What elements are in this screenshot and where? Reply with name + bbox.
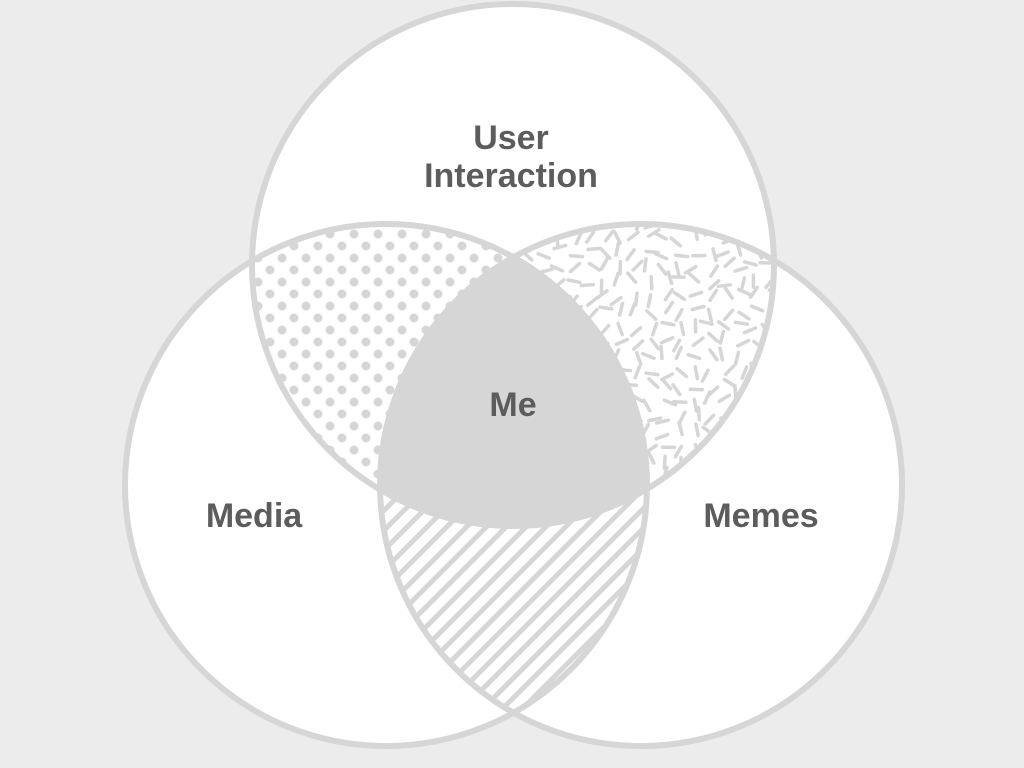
pattern-dash: [692, 397, 699, 413]
pattern-dash: [693, 365, 700, 381]
pattern-dash: [646, 293, 653, 309]
pattern-dash: [586, 246, 602, 252]
pattern-dash: [674, 253, 690, 259]
pattern-dash: [662, 454, 667, 470]
pattern-dash: [718, 346, 725, 362]
pattern-dash: [660, 320, 676, 327]
pattern-dash: [579, 282, 596, 288]
label-top-line-2: Interaction: [424, 157, 598, 195]
pattern-dash: [644, 371, 660, 377]
label-right: Memes: [703, 497, 818, 535]
pattern-dash: [733, 320, 750, 326]
pattern-dash: [568, 254, 585, 259]
pattern-dash: [647, 416, 663, 423]
pattern-dash: [598, 305, 614, 311]
pattern-dash: [688, 387, 704, 392]
pattern-dash: [614, 241, 621, 257]
label-top-line-1: User: [473, 119, 549, 157]
pattern-dash: [672, 400, 688, 405]
pattern-dash: [659, 344, 664, 361]
pattern-dash: [696, 406, 702, 422]
pattern-dash: [694, 422, 700, 438]
pattern-dash: [566, 278, 582, 285]
label-left: Media: [206, 497, 303, 535]
label-center: Me: [489, 386, 536, 424]
pattern-dash: [716, 283, 733, 289]
pattern-dash: [649, 274, 654, 291]
pattern-dash: [642, 257, 648, 273]
venn-diagram: User Interaction Media Memes Me: [0, 0, 1024, 768]
